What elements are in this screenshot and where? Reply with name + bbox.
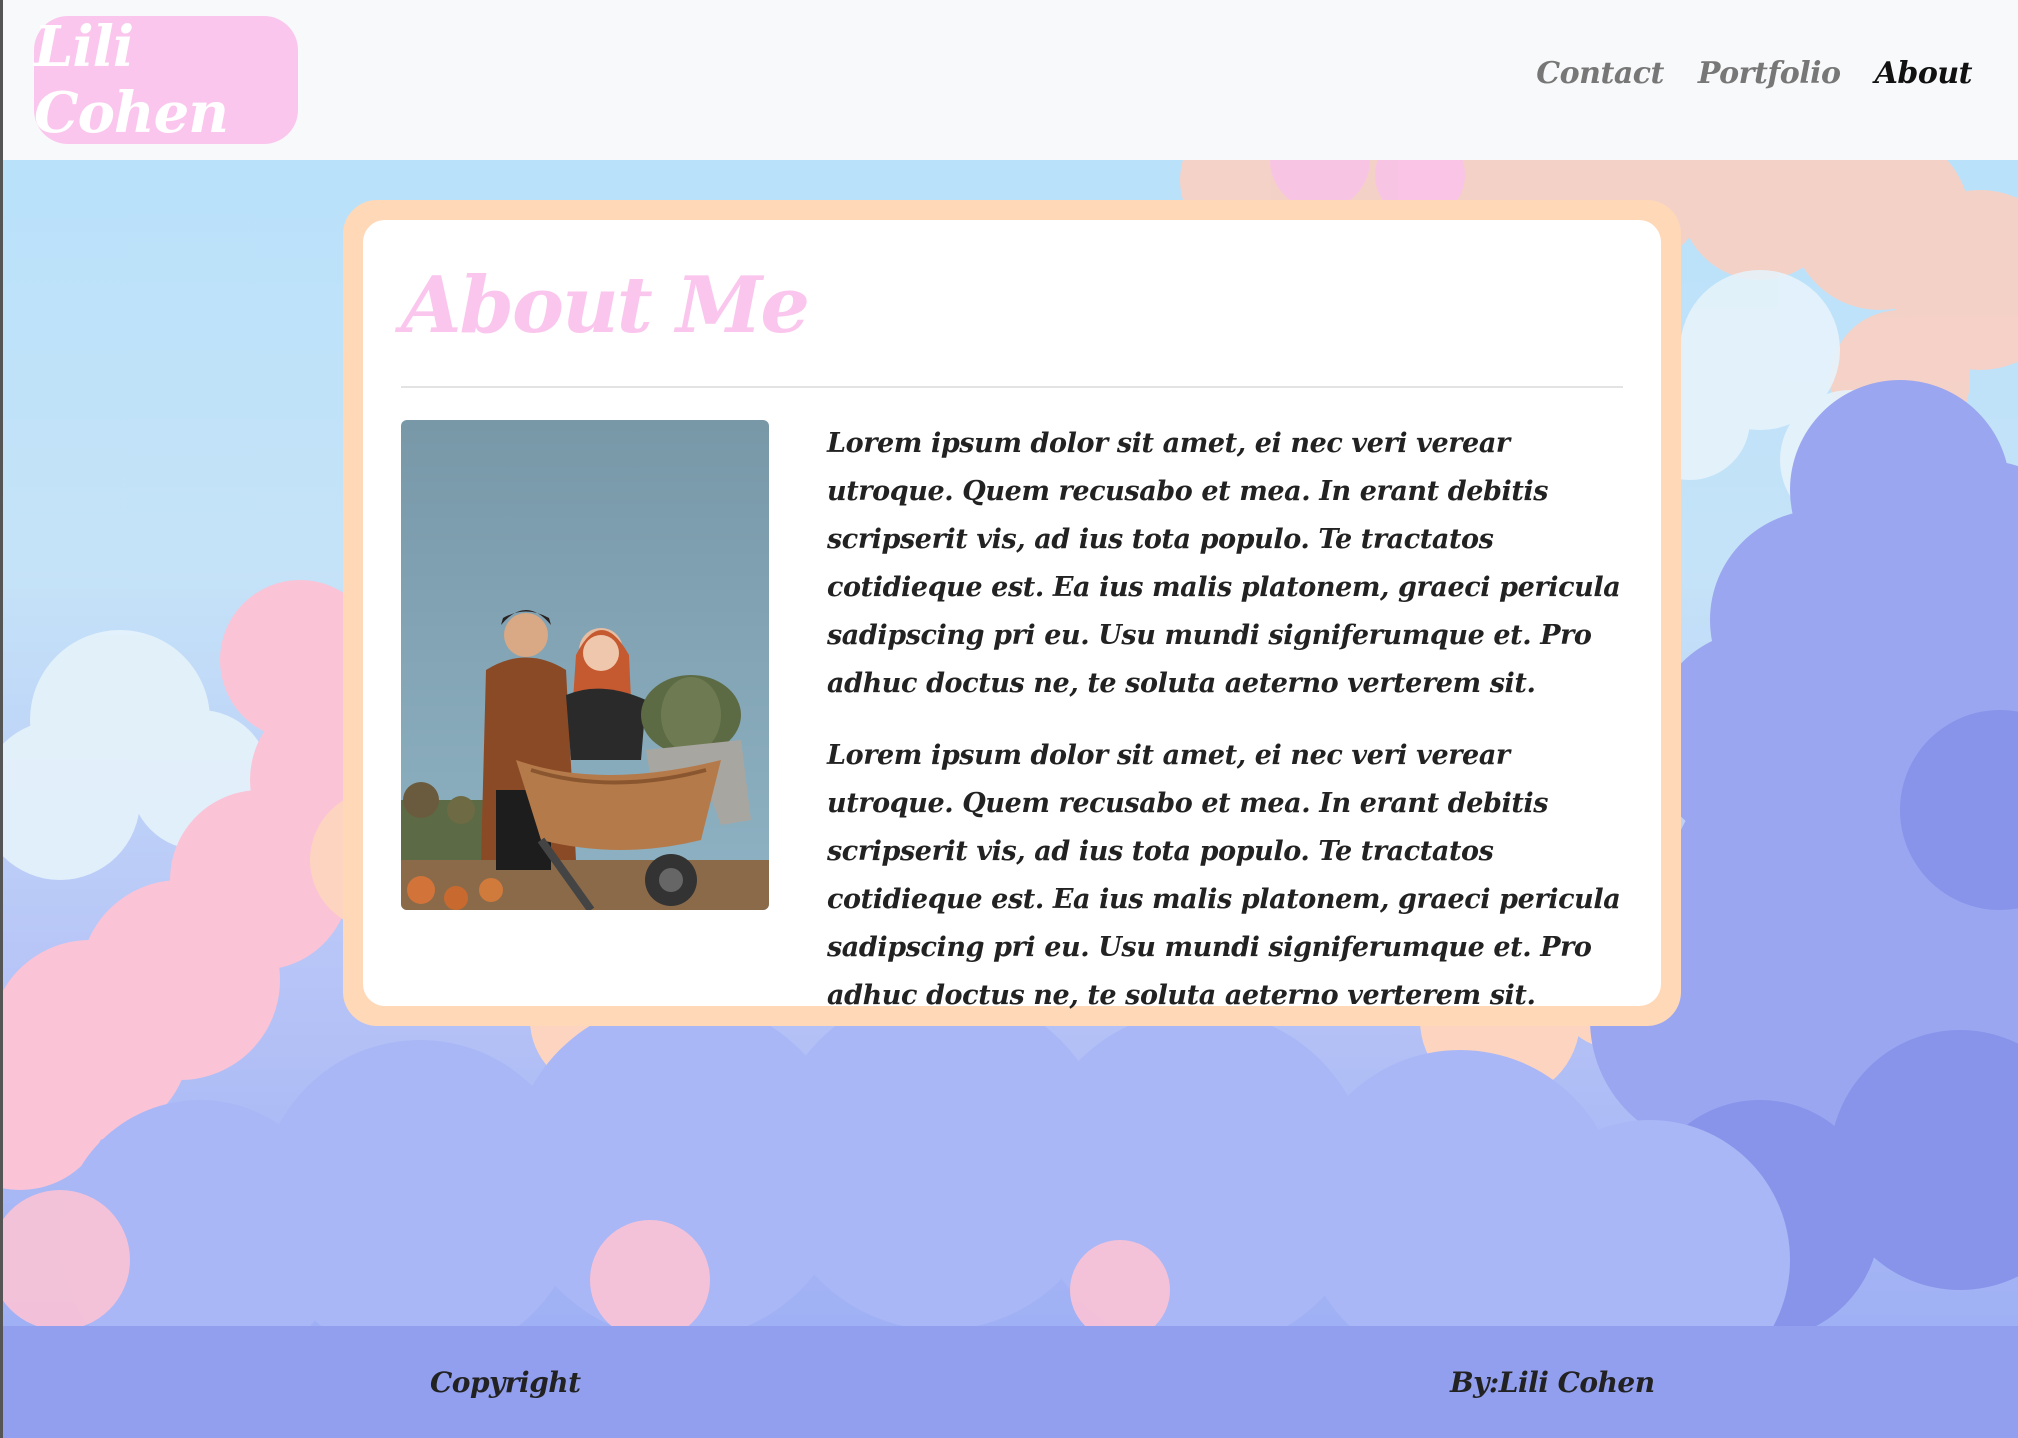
footer-author: By:Lili Cohen bbox=[1450, 1366, 1655, 1399]
title-divider bbox=[401, 386, 1623, 388]
nav-link-portfolio[interactable]: Portfolio bbox=[1698, 56, 1841, 91]
brand-logo-link[interactable]: Lili Cohen bbox=[34, 14, 298, 146]
about-paragraph: Lorem ipsum dolor sit amet, ei nec veri … bbox=[827, 428, 1621, 699]
nav-link-about[interactable]: About bbox=[1875, 56, 1973, 91]
main-nav: Contact Portfolio About bbox=[1536, 56, 1972, 91]
nav-link-contact[interactable]: Contact bbox=[1536, 56, 1664, 91]
about-card-inner: About Me Lorem ipsum dolor sit amet, ei … bbox=[363, 220, 1661, 1011]
site-header: Lili Cohen Contact Portfolio About bbox=[0, 0, 2018, 160]
about-text: Lorem ipsum dolor sit amet, ei nec veri … bbox=[827, 420, 1627, 1044]
profile-photo bbox=[401, 420, 769, 910]
page-title: About Me bbox=[401, 260, 810, 351]
site-footer: Copyright By:Lili Cohen bbox=[0, 1326, 2018, 1438]
window-edge bbox=[0, 0, 3, 1438]
about-card: About Me Lorem ipsum dolor sit amet, ei … bbox=[343, 200, 1681, 1026]
footer-copyright: Copyright bbox=[430, 1366, 581, 1399]
about-paragraph: Lorem ipsum dolor sit amet, ei nec veri … bbox=[827, 740, 1621, 1011]
